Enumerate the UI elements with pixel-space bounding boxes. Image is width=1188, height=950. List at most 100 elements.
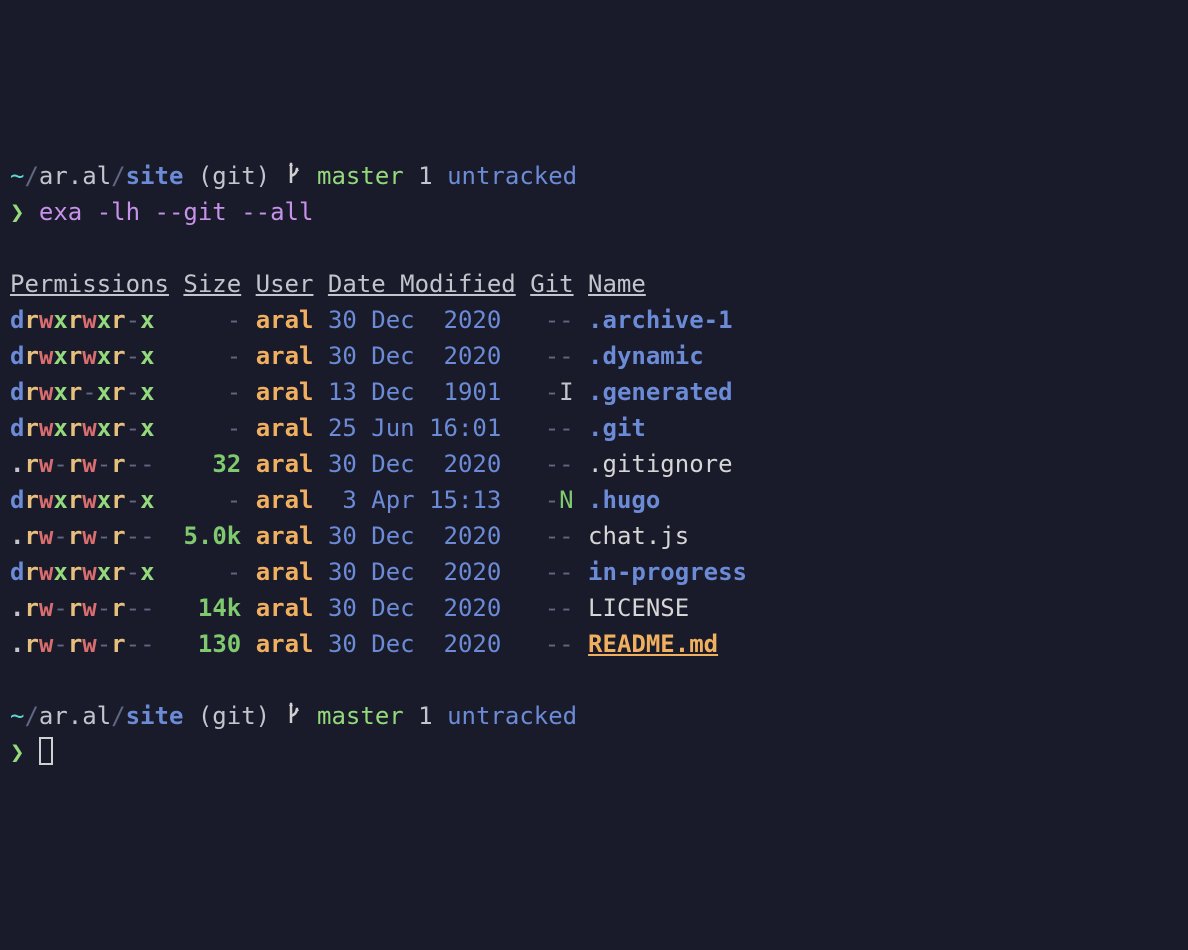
list-row: .rw-rw-r-- 5.0k aral 30 Dec 2020 -- chat… [10, 518, 1178, 554]
cell-name: .gitignore [588, 450, 733, 478]
cell-git: -- [545, 306, 574, 334]
list-row: .rw-rw-r-- 130 aral 30 Dec 2020 -- READM… [10, 626, 1178, 662]
prompt-cwd: site [126, 702, 184, 730]
prompt-sep: / [24, 162, 38, 190]
cell-user: aral [256, 342, 314, 370]
cell-user: aral [256, 450, 314, 478]
command-line: ❯ exa -lh --git --all [10, 194, 1178, 230]
list-row: drwxrwxr-x - aral 30 Dec 2020 -- .dynami… [10, 338, 1178, 374]
cell-date: 13 Dec 1901 [328, 378, 516, 406]
cell-permissions: drwxrwxr-x [10, 558, 155, 586]
cell-date: 25 Jun 16:01 [328, 414, 516, 442]
cell-permissions: .rw-rw-r-- [10, 522, 155, 550]
col-user: User [256, 270, 314, 298]
cell-date: 30 Dec 2020 [328, 630, 516, 658]
prompt-symbol: ❯ [10, 198, 24, 226]
cell-name: .git [588, 414, 646, 442]
cell-permissions: drwxr-xr-x [10, 378, 155, 406]
prompt-status-count: 1 [418, 702, 432, 730]
cell-name: LICENSE [588, 594, 689, 622]
cell-size: - [183, 558, 241, 586]
cell-date: 30 Dec 2020 [328, 558, 516, 586]
list-row: drwxrwxr-x - aral 30 Dec 2020 -- .archiv… [10, 302, 1178, 338]
cell-size: - [183, 342, 241, 370]
cell-date: 3 Apr 15:13 [328, 486, 516, 514]
list-row: .rw-rw-r-- 14k aral 30 Dec 2020 -- LICEN… [10, 590, 1178, 626]
terminal-output[interactable]: ~/ar.al/site (git) master 1 untracked❯ e… [10, 158, 1178, 770]
cell-size: - [183, 306, 241, 334]
cell-date: 30 Dec 2020 [328, 522, 516, 550]
cell-user: aral [256, 558, 314, 586]
prompt-symbol: ❯ [10, 738, 24, 766]
cell-size: 14k [183, 594, 241, 622]
cell-permissions: .rw-rw-r-- [10, 594, 155, 622]
cell-size: - [183, 486, 241, 514]
prompt-git-label: (git) [198, 162, 270, 190]
cell-user: aral [256, 414, 314, 442]
list-row: .rw-rw-r-- 32 aral 30 Dec 2020 -- .gitig… [10, 446, 1178, 482]
cell-user: aral [256, 630, 314, 658]
typed-command: exa -lh --git --all [39, 198, 314, 226]
cell-git: -- [545, 558, 574, 586]
cell-git: -- [545, 630, 574, 658]
col-size: Size [183, 270, 241, 298]
prompt-sep: / [24, 702, 38, 730]
listing-body: drwxrwxr-x - aral 30 Dec 2020 -- .archiv… [10, 302, 1178, 662]
prompt-status-count: 1 [418, 162, 432, 190]
cell-size: - [183, 378, 241, 406]
cell-user: aral [256, 522, 314, 550]
prompt-tilde: ~ [10, 162, 24, 190]
cell-size: 5.0k [183, 522, 241, 550]
cell-name: .archive-1 [588, 306, 733, 334]
list-row: drwxr-xr-x - aral 13 Dec 1901 -I .genera… [10, 374, 1178, 410]
cell-size: - [183, 414, 241, 442]
cell-name: README.md [588, 630, 718, 658]
cell-user: aral [256, 306, 314, 334]
prompt-host: ar.al [39, 162, 111, 190]
cell-name: chat.js [588, 522, 689, 550]
input-line[interactable]: ❯ [10, 734, 1178, 770]
prompt-status-text: untracked [447, 702, 577, 730]
cell-user: aral [256, 594, 314, 622]
cell-git: -- [545, 414, 574, 442]
cell-git: -N [545, 486, 574, 514]
prompt-branch: master [317, 702, 404, 730]
col-permissions: Permissions [10, 270, 169, 298]
prompt-cwd: site [126, 162, 184, 190]
cell-user: aral [256, 378, 314, 406]
prompt-host: ar.al [39, 702, 111, 730]
cell-date: 30 Dec 2020 [328, 594, 516, 622]
col-name: Name [588, 270, 646, 298]
listing-header-row: Permissions Size User Date Modified Git … [10, 266, 1178, 302]
cell-name: in-progress [588, 558, 747, 586]
cell-date: 30 Dec 2020 [328, 306, 516, 334]
cell-permissions: drwxrwxr-x [10, 342, 155, 370]
cell-user: aral [256, 486, 314, 514]
cell-date: 30 Dec 2020 [328, 450, 516, 478]
prompt-branch: master [317, 162, 404, 190]
prompt-status-text: untracked [447, 162, 577, 190]
git-branch-icon [285, 160, 303, 186]
cell-permissions: drwxrwxr-x [10, 486, 155, 514]
cell-git: -- [545, 594, 574, 622]
cell-git: -- [545, 342, 574, 370]
cell-name: .dynamic [588, 342, 704, 370]
prompt-git-label: (git) [198, 702, 270, 730]
cell-date: 30 Dec 2020 [328, 342, 516, 370]
cell-size: 32 [183, 450, 241, 478]
cell-permissions: .rw-rw-r-- [10, 450, 155, 478]
cell-permissions: .rw-rw-r-- [10, 630, 155, 658]
terminal-cursor [39, 737, 53, 765]
cell-git: -I [545, 378, 574, 406]
list-row: drwxrwxr-x - aral 30 Dec 2020 -- in-prog… [10, 554, 1178, 590]
prompt-sep: / [111, 162, 125, 190]
list-row: drwxrwxr-x - aral 25 Jun 16:01 -- .git [10, 410, 1178, 446]
cell-git: -- [545, 450, 574, 478]
cell-name: .hugo [588, 486, 660, 514]
cell-name: .generated [588, 378, 733, 406]
col-git: Git [530, 270, 573, 298]
cell-permissions: drwxrwxr-x [10, 414, 155, 442]
prompt-line-1: ~/ar.al/site (git) master 1 untracked [10, 158, 1178, 194]
cell-size: 130 [183, 630, 241, 658]
col-date-modified: Date Modified [328, 270, 516, 298]
